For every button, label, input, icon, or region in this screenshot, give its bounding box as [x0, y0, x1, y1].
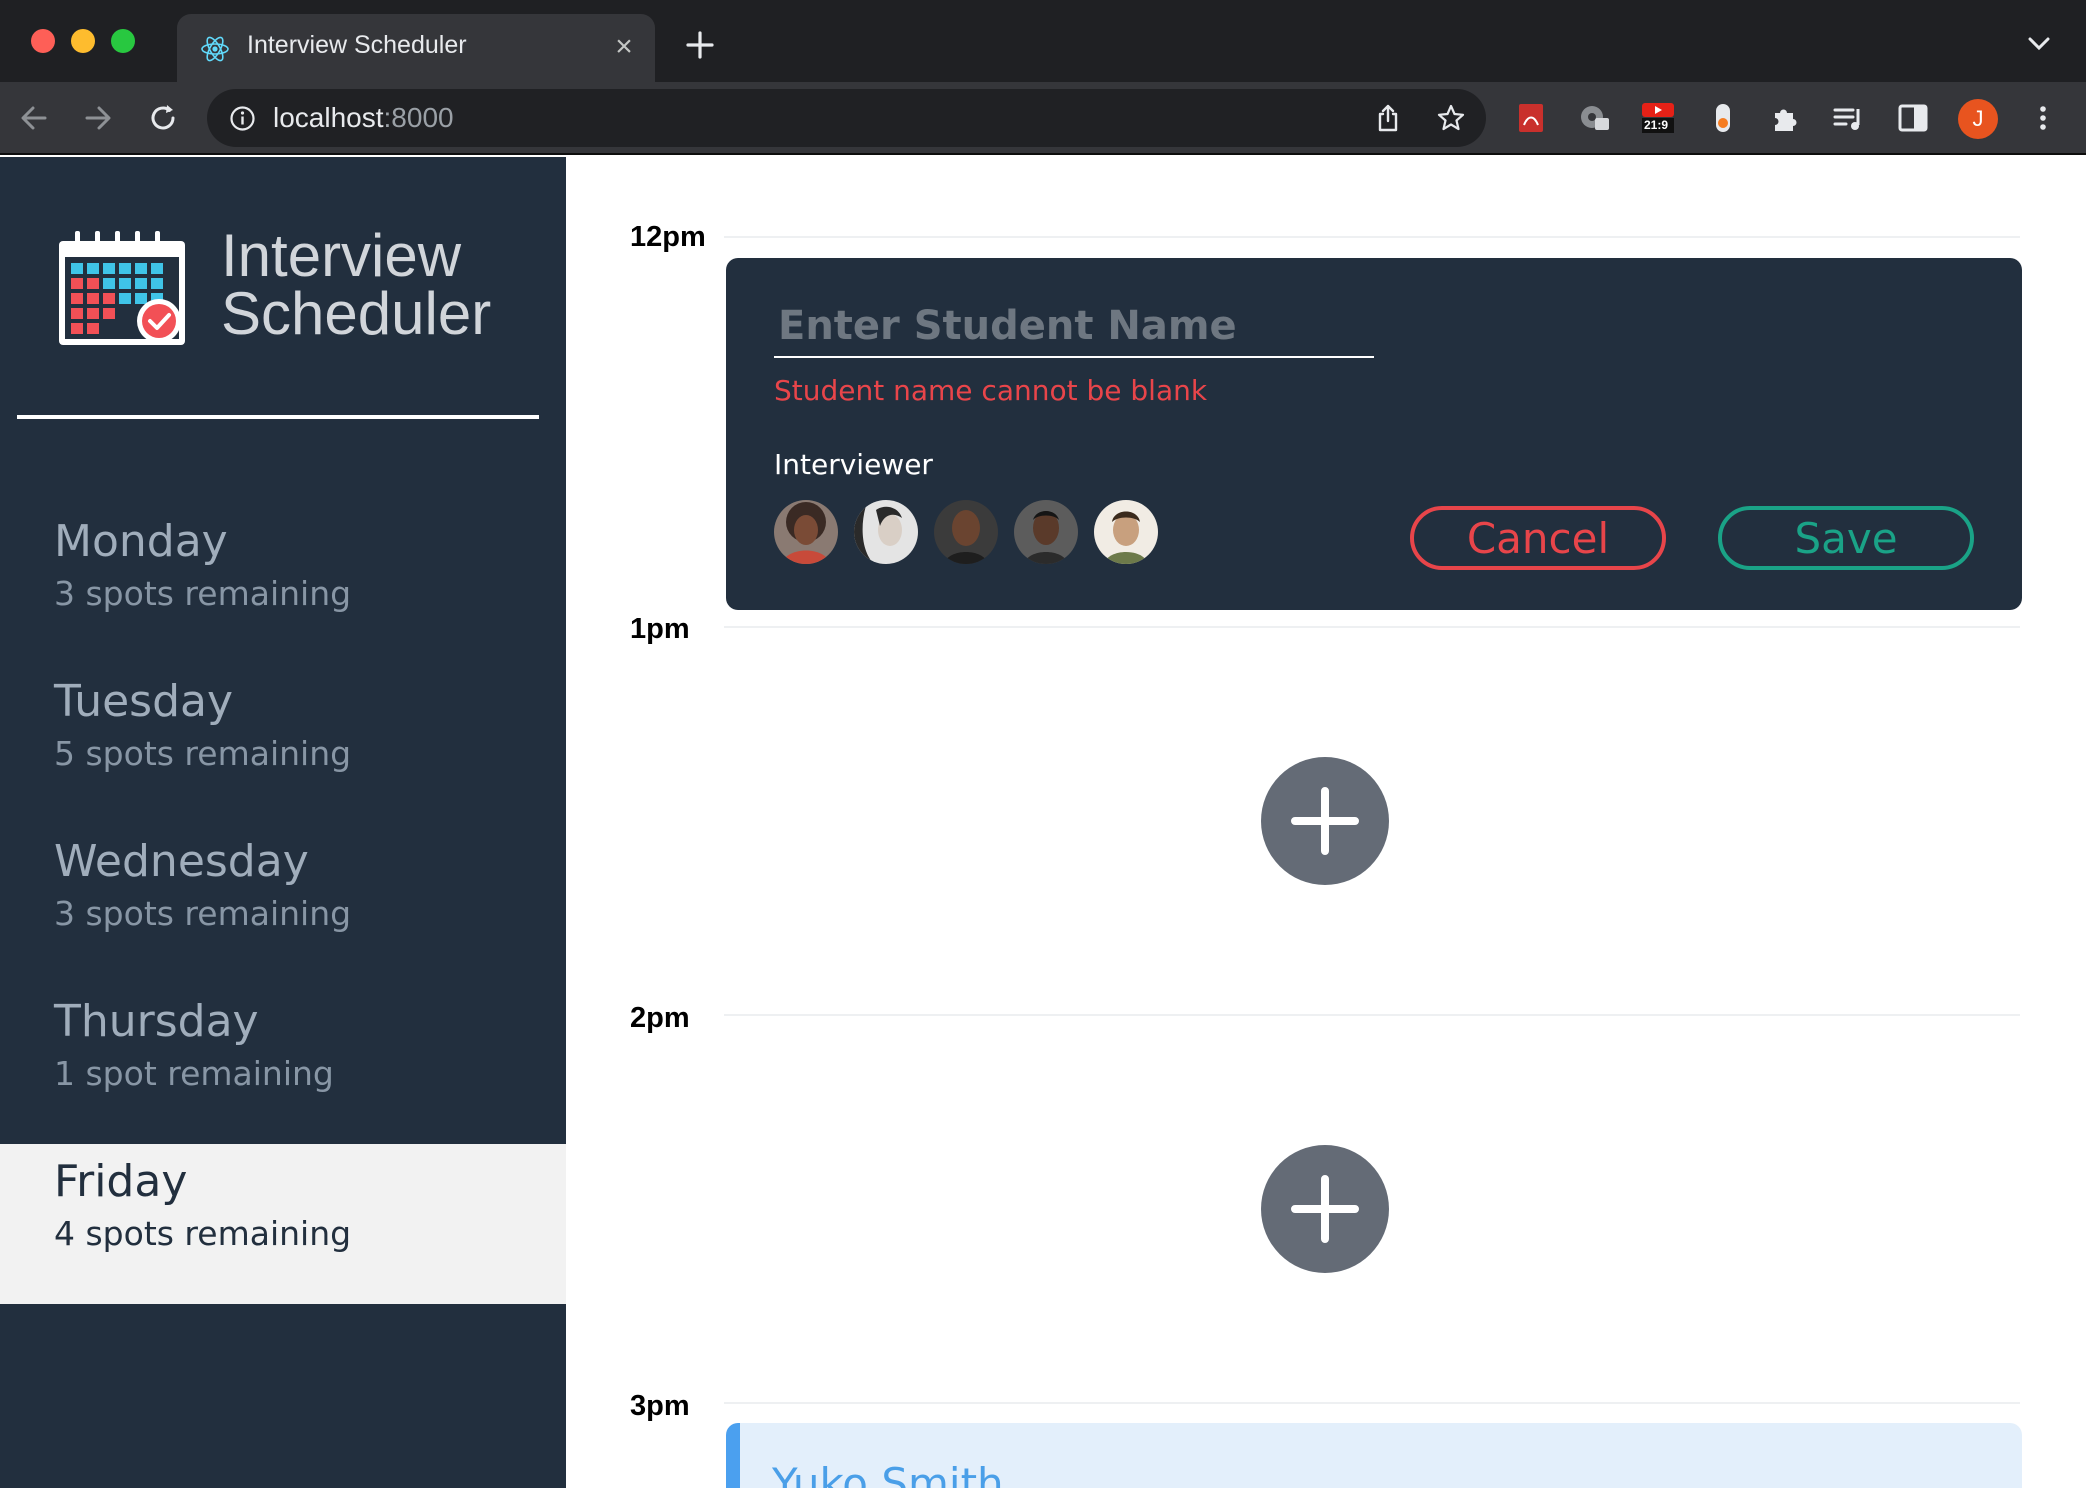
brand-line-2: Scheduler — [221, 280, 492, 347]
close-tab-icon[interactable]: × — [609, 32, 639, 62]
url-host: localhost — [273, 102, 384, 133]
toggle-extension-icon[interactable] — [1706, 101, 1740, 135]
day-spots: 3 spots remaining — [54, 574, 352, 613]
forward-arrow-icon[interactable] — [80, 100, 116, 136]
bookmark-star-icon[interactable] — [1436, 103, 1466, 133]
browser-toolbar: localhost:8000 21:9 J — [0, 82, 2086, 155]
slot-time-12pm: 12pm — [630, 221, 706, 253]
puzzle-icon[interactable] — [1769, 101, 1803, 135]
react-icon — [201, 36, 229, 62]
day-spots: 4 spots remaining — [54, 1214, 352, 1253]
day-item-wednesday[interactable]: Wednesday 3 spots remaining — [0, 824, 566, 984]
day-name: Friday — [54, 1156, 188, 1207]
slot-time-3pm: 3pm — [630, 1390, 690, 1422]
interviewer-avatar-2[interactable] — [854, 500, 918, 564]
slot-divider — [724, 1402, 2020, 1404]
reload-icon[interactable] — [145, 100, 181, 136]
slot-divider — [724, 236, 2020, 238]
add-appointment-button[interactable] — [1261, 1145, 1389, 1273]
schedule: 12pm Student name cannot be blank Interv… — [566, 157, 2086, 1488]
validation-error: Student name cannot be blank — [774, 374, 1208, 407]
avatar-image — [1014, 500, 1078, 564]
address-bar[interactable]: localhost:8000 — [207, 89, 1486, 147]
interviewer-label: Interviewer — [774, 448, 933, 481]
avatar-image — [934, 500, 998, 564]
calendar-logo-icon — [59, 231, 185, 345]
day-list: Monday 3 spots remaining Tuesday 5 spots… — [0, 504, 566, 1304]
screen-capture-extension-icon[interactable] — [1578, 101, 1612, 135]
extension-badge: 21:9 — [1644, 118, 1669, 132]
interviewer-avatar-5[interactable] — [1094, 500, 1158, 564]
brand-line-1: Interview — [221, 222, 462, 289]
minimize-window-button[interactable] — [71, 29, 95, 53]
slot-time-1pm: 1pm — [630, 613, 690, 645]
plus-icon — [1291, 787, 1359, 855]
day-item-tuesday[interactable]: Tuesday 5 spots remaining — [0, 664, 566, 824]
new-tab-icon[interactable] — [683, 28, 717, 62]
browser-tab[interactable]: Interview Scheduler × — [177, 14, 655, 82]
slot-time-2pm: 2pm — [630, 1002, 690, 1034]
day-spots: 3 spots remaining — [54, 894, 352, 933]
profile-avatar[interactable]: J — [1958, 99, 1998, 139]
interviewer-avatar-1[interactable] — [774, 500, 838, 564]
media-queue-icon[interactable] — [1832, 101, 1866, 135]
interviewer-avatar-3[interactable] — [934, 500, 998, 564]
info-icon[interactable] — [229, 105, 256, 132]
save-button[interactable]: Save — [1718, 506, 1974, 570]
day-name: Monday — [54, 516, 228, 567]
booked-student-name: Yuko Smith — [772, 1459, 1004, 1488]
more-vertical-icon[interactable] — [2026, 101, 2060, 135]
url-text: localhost:8000 — [273, 102, 454, 134]
close-window-button[interactable] — [31, 29, 55, 53]
day-item-monday[interactable]: Monday 3 spots remaining — [0, 504, 566, 664]
student-name-input[interactable] — [774, 296, 1374, 358]
chevron-down-icon[interactable] — [2026, 34, 2052, 54]
avatar-image — [1094, 500, 1158, 564]
day-name: Wednesday — [54, 836, 309, 887]
avatar-image — [854, 500, 918, 564]
day-item-thursday[interactable]: Thursday 1 spot remaining — [0, 984, 566, 1144]
booked-appointment[interactable]: Yuko Smith — [726, 1423, 2022, 1488]
day-name: Tuesday — [54, 676, 234, 727]
appointment-form: Student name cannot be blank Interviewer — [726, 258, 2022, 610]
back-arrow-icon[interactable] — [16, 100, 52, 136]
brand-divider — [17, 415, 539, 419]
share-icon[interactable] — [1373, 103, 1403, 133]
slot-divider — [724, 626, 2020, 628]
add-appointment-button[interactable] — [1261, 757, 1389, 885]
pdf-extension-icon[interactable] — [1514, 101, 1548, 135]
tab-title: Interview Scheduler — [247, 31, 467, 59]
day-item-friday[interactable]: Friday 4 spots remaining — [0, 1144, 566, 1304]
day-spots: 5 spots remaining — [54, 734, 352, 773]
brand-title: Interview Scheduler — [221, 222, 492, 347]
sidebar: Interview Scheduler Monday 3 spots remai… — [0, 157, 566, 1488]
url-port: :8000 — [383, 102, 454, 133]
day-name: Thursday — [54, 996, 259, 1047]
slot-divider — [724, 1014, 2020, 1016]
plus-icon — [1291, 1175, 1359, 1243]
aspect-ratio-extension-icon[interactable]: 21:9 — [1641, 101, 1675, 135]
profile-initial: J — [1972, 106, 1984, 131]
interviewer-avatar-4[interactable] — [1014, 500, 1078, 564]
browser-tabstrip: Interview Scheduler × — [0, 0, 2086, 82]
avatar-image — [774, 500, 838, 564]
cancel-button[interactable]: Cancel — [1410, 506, 1666, 570]
zoom-window-button[interactable] — [111, 29, 135, 53]
side-panel-icon[interactable] — [1896, 101, 1930, 135]
day-spots: 1 spot remaining — [54, 1054, 334, 1093]
